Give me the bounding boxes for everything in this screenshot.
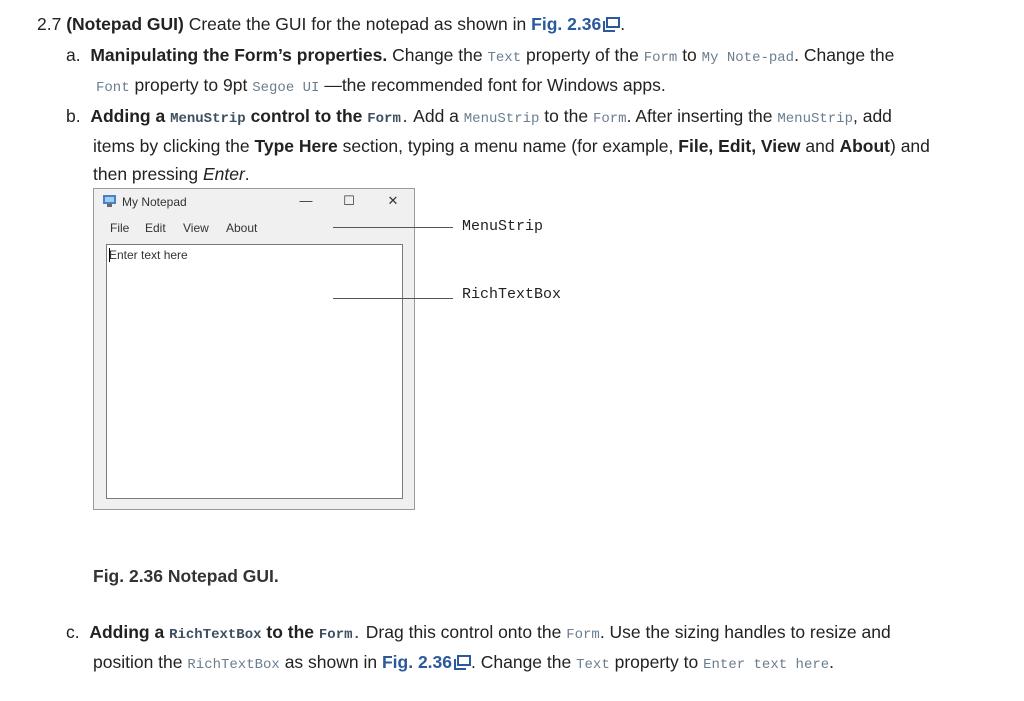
- fig-link-2[interactable]: Fig. 2.36: [382, 652, 452, 672]
- item-b-line1: b. Adding a MenuStrip control to the For…: [66, 106, 892, 127]
- richtextbox-callout-line: [333, 298, 453, 299]
- fig-link[interactable]: Fig. 2.36: [531, 14, 601, 34]
- exercise-intro: Create the GUI for the notepad as shown …: [188, 14, 527, 34]
- menu-about[interactable]: About: [226, 221, 257, 235]
- item-a-line1: a. Manipulating the Form’s properties. C…: [66, 45, 895, 66]
- figure-caption: Fig. 2.36 Notepad GUI.: [93, 566, 279, 586]
- menustrip-callout-line: [333, 227, 453, 228]
- menu-view[interactable]: View: [183, 221, 209, 235]
- window-titlebar: My Notepad — ☐ ✕: [94, 189, 414, 215]
- item-a-line2: Font property to 9pt Segoe UI —the recom…: [96, 75, 666, 96]
- rich-text-box[interactable]: Enter text here: [106, 244, 403, 499]
- external-link-icon[interactable]: [603, 17, 621, 32]
- text-caret: [109, 248, 110, 262]
- menu-file[interactable]: File: [110, 221, 129, 235]
- menu-edit[interactable]: Edit: [145, 221, 166, 235]
- exercise-title: (Notepad GUI): [66, 14, 184, 34]
- item-b-line2: items by clicking the Type Here section,…: [93, 136, 930, 156]
- menustrip-callout-label: MenuStrip: [462, 218, 544, 235]
- item-c-line2: position the RichTextBox as shown in Fig…: [93, 652, 835, 673]
- close-button[interactable]: ✕: [384, 193, 402, 209]
- exercise-heading: 2.7 (Notepad GUI) Create the GUI for the…: [37, 14, 626, 34]
- exercise-number: 2.7: [37, 14, 62, 34]
- window-title: My Notepad: [122, 195, 187, 209]
- rich-text-box-content: Enter text here: [109, 248, 188, 262]
- external-link-icon[interactable]: [454, 655, 472, 670]
- richtextbox-callout-label: RichTextBox: [462, 286, 562, 303]
- item-b-line3: then pressing Enter.: [93, 164, 250, 184]
- item-c-line1: c. Adding a RichTextBox to the Form. Dra…: [66, 622, 891, 643]
- notepad-app-icon: [103, 195, 116, 207]
- maximize-button[interactable]: ☐: [340, 193, 358, 209]
- notepad-window: My Notepad — ☐ ✕ File Edit View About En…: [93, 188, 415, 510]
- minimize-button[interactable]: —: [297, 193, 315, 209]
